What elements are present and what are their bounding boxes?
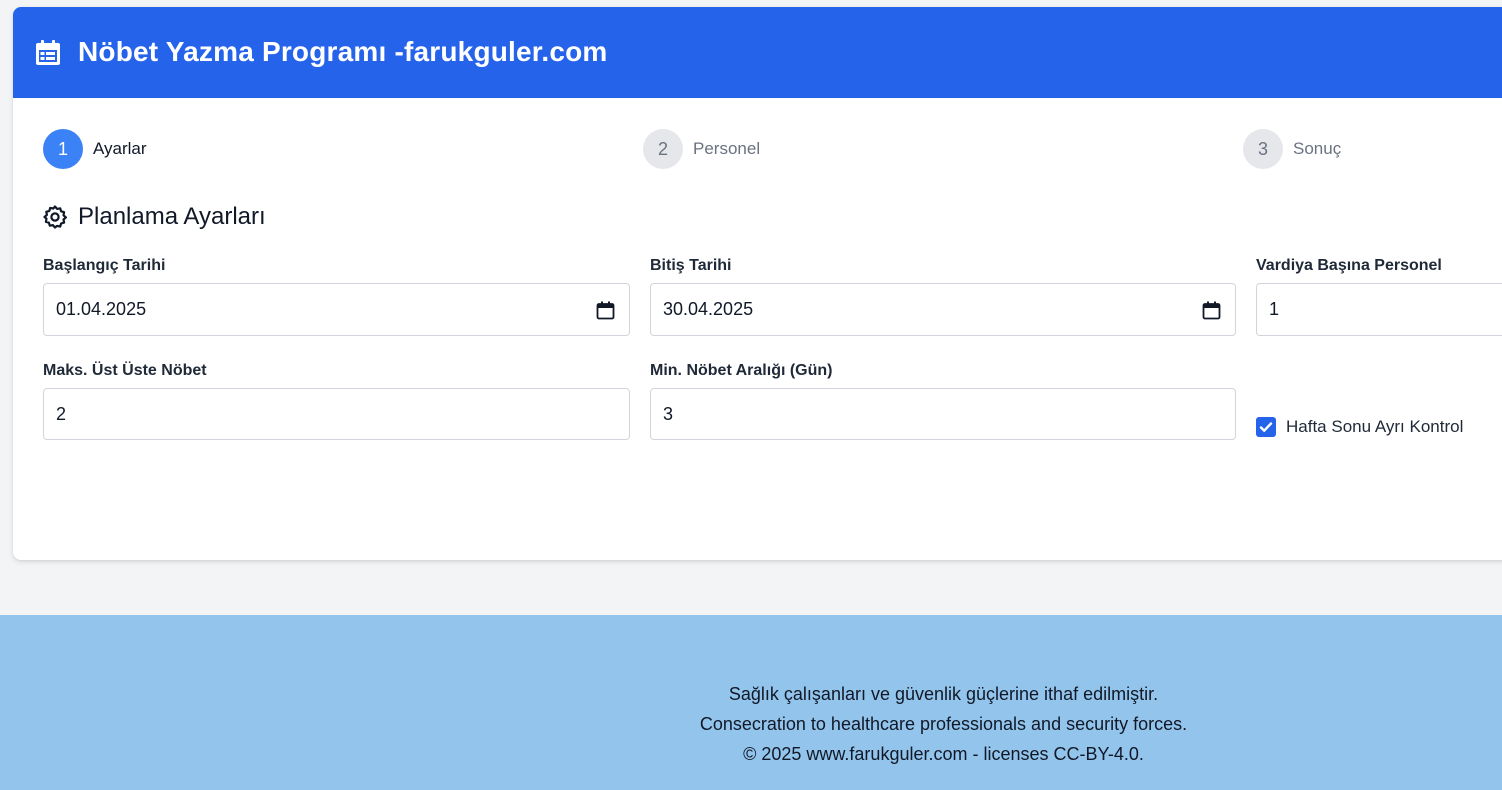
footer-dedication-tr: Sağlık çalışanları ve güvenlik güçlerine… — [728, 684, 1159, 704]
step-personnel[interactable]: 2 Personel — [643, 129, 760, 169]
start-date-label: Başlangıç Tarihi — [43, 257, 166, 274]
step-number: 1 — [43, 129, 83, 169]
footer-dedication-en: Consecration to healthcare professionals… — [699, 714, 1188, 734]
step-label: Personel — [693, 139, 761, 158]
app-title: Nöbet Yazma Programı -farukguler.com — [78, 36, 608, 67]
section-title: Planlama Ayarları — [43, 203, 266, 231]
footer-copyright: © 2025 www.farukguler.com - licenses CC-… — [743, 744, 1144, 764]
step-settings[interactable]: 1 Ayarlar — [43, 129, 147, 169]
calendar-icon[interactable] — [596, 301, 615, 320]
step-label: Sonuç — [1293, 139, 1342, 158]
settings-card: Nöbet Yazma Programı -farukguler.com 1 A… — [13, 7, 1502, 560]
weekend-checkbox[interactable] — [1256, 417, 1276, 437]
checkmark-icon — [1259, 422, 1273, 432]
step-number: 2 — [643, 129, 683, 169]
gear-icon — [43, 205, 67, 229]
min-interval-label: Min. Nöbet Aralığı (Gün) — [650, 362, 833, 379]
start-date-input[interactable]: 01.04.2025 — [43, 283, 630, 336]
max-consecutive-input[interactable]: 2 — [43, 388, 630, 440]
footer-text: Sağlık çalışanları ve güvenlik güçlerine… — [0, 679, 1502, 769]
min-interval-input[interactable]: 3 — [650, 388, 1236, 440]
max-consecutive-label: Maks. Üst Üste Nöbet — [43, 362, 207, 379]
step-result[interactable]: 3 Sonuç — [1243, 129, 1341, 169]
staff-per-shift-input[interactable]: 1 — [1256, 283, 1502, 336]
section-title-text: Planlama Ayarları — [78, 203, 266, 230]
end-date-label: Bitiş Tarihi — [650, 257, 732, 274]
calendar-icon[interactable] — [1202, 301, 1221, 320]
app-header: Nöbet Yazma Programı -farukguler.com — [13, 7, 1502, 98]
end-date-value: 30.04.2025 — [663, 299, 754, 319]
start-date-value: 01.04.2025 — [56, 299, 147, 319]
calendar-icon — [36, 40, 60, 65]
staff-per-shift-label: Vardiya Başına Personel — [1256, 257, 1442, 274]
max-consecutive-value: 2 — [56, 403, 67, 424]
weekend-check-label: Hafta Sonu Ayrı Kontrol — [1286, 417, 1464, 436]
end-date-input[interactable]: 30.04.2025 — [650, 283, 1236, 336]
step-label: Ayarlar — [93, 139, 147, 158]
step-number: 3 — [1243, 129, 1283, 169]
staff-per-shift-value: 1 — [1269, 299, 1280, 319]
footer: Sağlık çalışanları ve güvenlik güçlerine… — [0, 615, 1502, 790]
weekend-check-row[interactable]: Hafta Sonu Ayrı Kontrol — [1256, 417, 1463, 437]
min-interval-value: 3 — [663, 403, 674, 424]
